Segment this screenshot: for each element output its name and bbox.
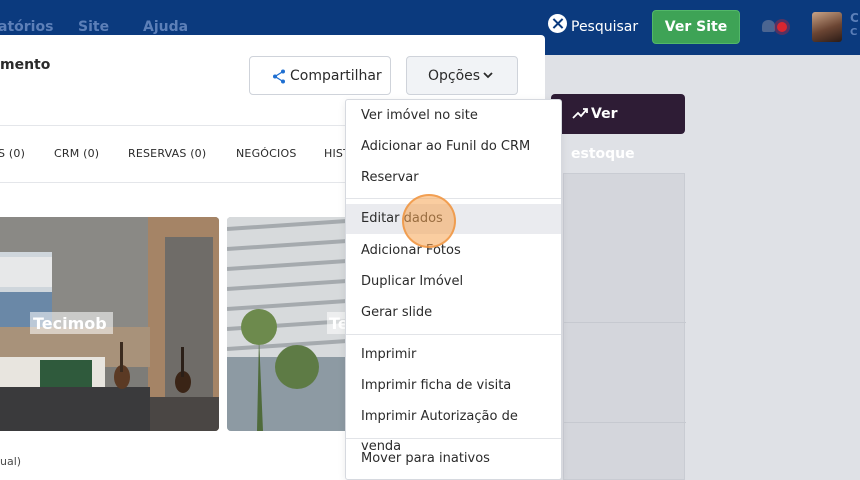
menu-item-mover-para-inativos[interactable]: Mover para inativos [346,444,561,474]
menu-item-ver-imovel-no-site[interactable]: Ver imóvel no site [346,101,561,131]
menu-item-gerar-slide[interactable]: Gerar slide [346,298,561,328]
ver-site-button[interactable]: Ver Site [652,10,740,44]
menu-separator [346,198,561,199]
notification-dot [777,22,787,32]
building-image: Te [227,217,347,431]
menu-item-imprimir-ficha-visita[interactable]: Imprimir ficha de visita [346,371,561,401]
options-button[interactable]: Opções [406,56,518,95]
nav-link-site[interactable]: Site [78,19,109,35]
menu-item-imprimir-autorizacao-venda[interactable]: Imprimir Autorização de venda [346,402,561,454]
nav-link-ajuda[interactable]: Ajuda [143,19,188,35]
property-photo[interactable]: Te [227,217,347,431]
menu-item-adicionar-fotos[interactable]: Adicionar Fotos [346,236,561,266]
menu-separator [346,438,561,439]
share-icon [273,69,285,84]
nav-link-relatorios[interactable]: atórios [0,19,53,35]
menu-separator [346,334,561,335]
tab-reservas[interactable]: RESERVAS (0) [128,147,206,160]
share-button[interactable]: Compartilhar [249,56,391,95]
tab-negocios[interactable]: NEGÓCIOS [236,147,297,160]
menu-item-duplicar-imovel[interactable]: Duplicar Imóvel [346,267,561,297]
user-initial-1: C [850,11,859,25]
watermark-logo: Tecimob [33,314,107,333]
menu-item-imprimir[interactable]: Imprimir [346,340,561,370]
user-name-initials: C C [850,12,859,39]
menu-item-adicionar-funil-crm[interactable]: Adicionar ao Funil do CRM [346,132,561,162]
close-icon[interactable] [548,14,567,33]
options-dropdown-menu: Ver imóvel no site Adicionar ao Funil do… [345,99,562,480]
background-card [563,173,686,480]
options-label: Opções [428,68,481,84]
menu-item-reservar[interactable]: Reservar [346,163,561,193]
search-link[interactable]: Pesquisar [571,19,638,35]
share-label: Compartilhar [290,68,382,84]
tab-crm[interactable]: CRM (0) [54,147,99,160]
property-photo[interactable]: Tecimob [0,217,219,431]
photo-caption: ual) [0,455,22,468]
click-indicator [402,194,456,248]
bell-icon[interactable] [762,20,775,32]
avatar[interactable] [812,12,842,42]
chevron-down-icon [483,72,493,79]
bedroom-image: Tecimob [0,217,219,431]
tab-imoveis[interactable]: S (0) [0,147,25,160]
user-initial-2: C [850,27,858,38]
trend-up-icon [572,108,588,119]
page-title: mento [0,57,51,73]
